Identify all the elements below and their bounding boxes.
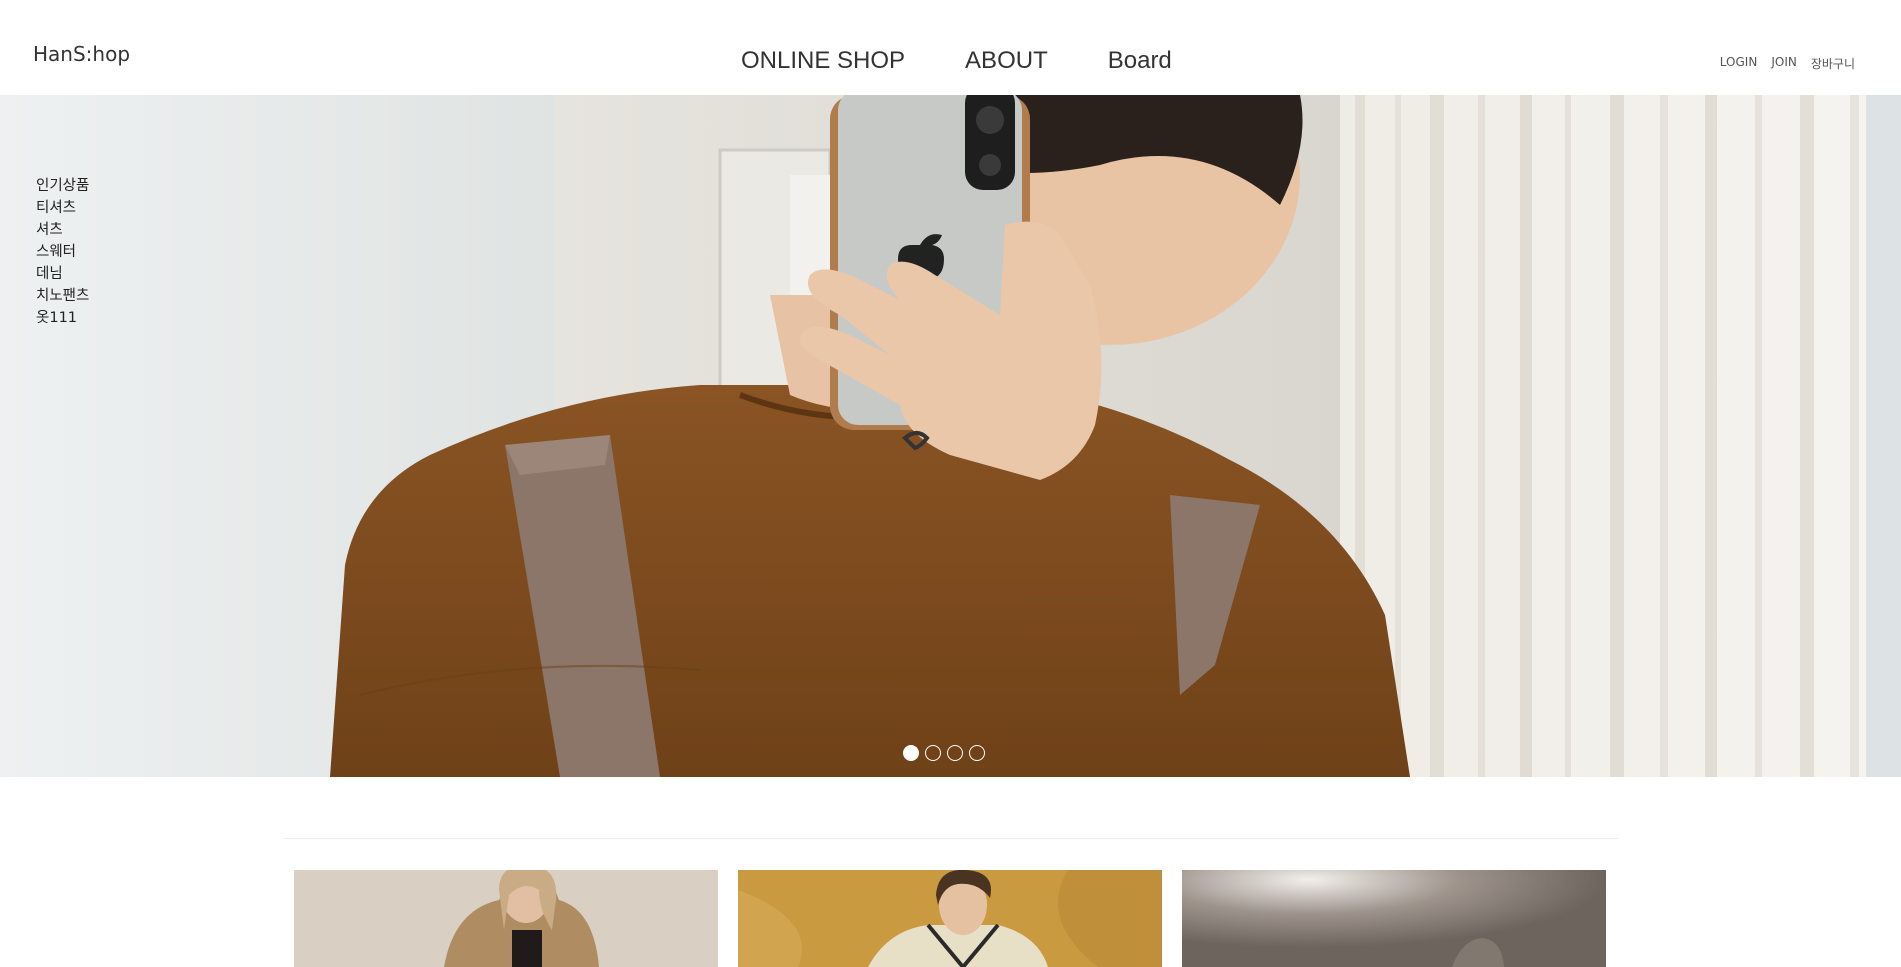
product-image-3 (1182, 870, 1606, 967)
hero-slider: 인기상품 티셔츠 셔츠 스웨터 데님 치노팬츠 옷111 (0, 95, 1901, 777)
site-logo[interactable]: HanS:hop (33, 42, 130, 66)
product-image-2 (738, 870, 1162, 967)
main-nav: ONLINE SHOP ABOUT Board (741, 47, 1172, 75)
cart-link[interactable]: 장바구니 (1811, 55, 1855, 72)
slider-dot-1[interactable] (903, 745, 919, 761)
util-nav: LOGIN JOIN 장바구니 (1720, 55, 1855, 72)
category-shirt[interactable]: 셔츠 (36, 219, 89, 241)
nav-board[interactable]: Board (1108, 47, 1172, 75)
category-menu: 인기상품 티셔츠 셔츠 스웨터 데님 치노팬츠 옷111 (36, 175, 89, 329)
site-header: HanS:hop ONLINE SHOP ABOUT Board LOGIN J… (0, 0, 1901, 95)
nav-about[interactable]: ABOUT (965, 47, 1048, 75)
slider-dot-2[interactable] (925, 745, 941, 761)
category-tshirt[interactable]: 티셔츠 (36, 197, 89, 219)
section-divider (283, 838, 1618, 839)
slider-pagination (903, 745, 985, 761)
product-card-2[interactable] (738, 870, 1162, 967)
product-card-1[interactable] (294, 870, 718, 967)
nav-online-shop[interactable]: ONLINE SHOP (741, 47, 905, 75)
login-link[interactable]: LOGIN (1720, 55, 1758, 72)
product-card-3[interactable] (1182, 870, 1606, 967)
join-link[interactable]: JOIN (1771, 55, 1797, 72)
slider-dot-3[interactable] (947, 745, 963, 761)
category-denim[interactable]: 데님 (36, 263, 89, 285)
category-clothes111[interactable]: 옷111 (36, 307, 89, 329)
hero-image (0, 95, 1901, 777)
category-popular[interactable]: 인기상품 (36, 175, 89, 197)
product-grid (294, 870, 1606, 967)
slider-dot-4[interactable] (969, 745, 985, 761)
product-image-1 (294, 870, 718, 967)
category-sweater[interactable]: 스웨터 (36, 241, 89, 263)
category-chino[interactable]: 치노팬츠 (36, 285, 89, 307)
